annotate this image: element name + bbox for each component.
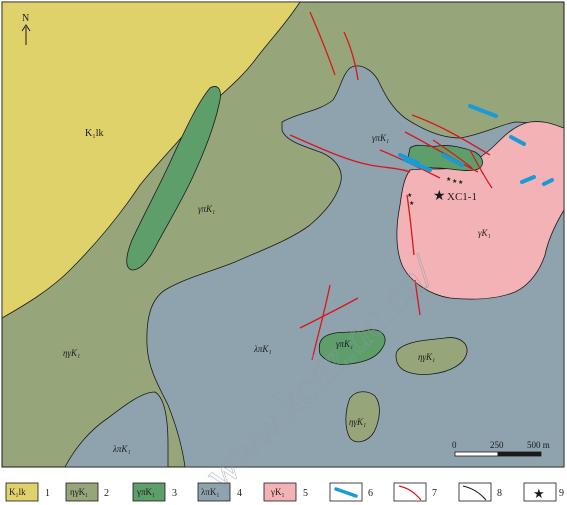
north-label: N	[22, 13, 29, 24]
sample-site-label: XC1-1	[447, 191, 477, 203]
star-icon: ★	[458, 179, 463, 186]
scale-mid: 250	[490, 440, 504, 450]
legend-star-icon: ★	[533, 486, 545, 501]
legend-number-9: 9	[559, 488, 564, 499]
legend-swatch-7	[393, 482, 427, 502]
legend-number-4: 4	[237, 488, 242, 499]
star-icon: ★	[446, 176, 451, 183]
legend-number-1: 1	[45, 488, 50, 499]
legend-swatch-3-text: γπK₁	[136, 487, 155, 497]
legend-number-5: 5	[303, 488, 308, 499]
scale-end: 500 m	[527, 440, 550, 450]
legend-swatch-2-text: ηγK₁	[70, 487, 88, 497]
legend-number-3: 3	[172, 488, 177, 499]
star-icon: ★	[407, 192, 412, 199]
label-k1lk: K₁lk	[85, 128, 104, 139]
map-svg: ★ ★ ★ ★ ★ ★ XC1-1 N K₁lk γπK₁ γπK₁ γK₁ λ…	[1, 1, 565, 502]
legend-number-8: 8	[497, 488, 502, 499]
label-gamma: γK₁	[478, 228, 491, 238]
label-eta-gamma-east: ηγK₁	[418, 352, 435, 362]
scale-zero: 0	[452, 440, 457, 450]
legend-number-7: 7	[432, 488, 437, 499]
sample-site-star-icon: ★	[433, 189, 446, 204]
legend-swatch-4-text: λπK₁	[201, 487, 220, 497]
legend-swatch-5-text: γK₁	[270, 487, 285, 497]
label-gamma-pi-nw: γπK₁	[198, 204, 215, 214]
label-eta-gamma-south: ηγK₁	[349, 417, 366, 427]
label-eta-gamma-west: ηγK₁	[63, 348, 80, 358]
geologic-map-figure: ★ ★ ★ ★ ★ ★ XC1-1 N K₁lk γπK₁ γπK₁ γK₁ λ…	[0, 0, 567, 505]
legend-number-2: 2	[104, 488, 109, 499]
legend-number-6: 6	[368, 488, 373, 499]
star-icon: ★	[452, 178, 457, 185]
legend-swatch-1-text: K₁lk	[9, 487, 26, 497]
label-lambda-pi-small: λπK₁	[112, 444, 131, 454]
star-icon: ★	[409, 200, 414, 207]
legend: K₁lk 1 ηγK₁ 2 γπK₁ 3 λπK₁ 4 γK₁ 5 6 7 8 …	[5, 482, 564, 502]
label-lambda-pi-main: λπK₁	[253, 344, 272, 354]
label-gamma-pi-ne: γπK₁	[372, 133, 389, 143]
